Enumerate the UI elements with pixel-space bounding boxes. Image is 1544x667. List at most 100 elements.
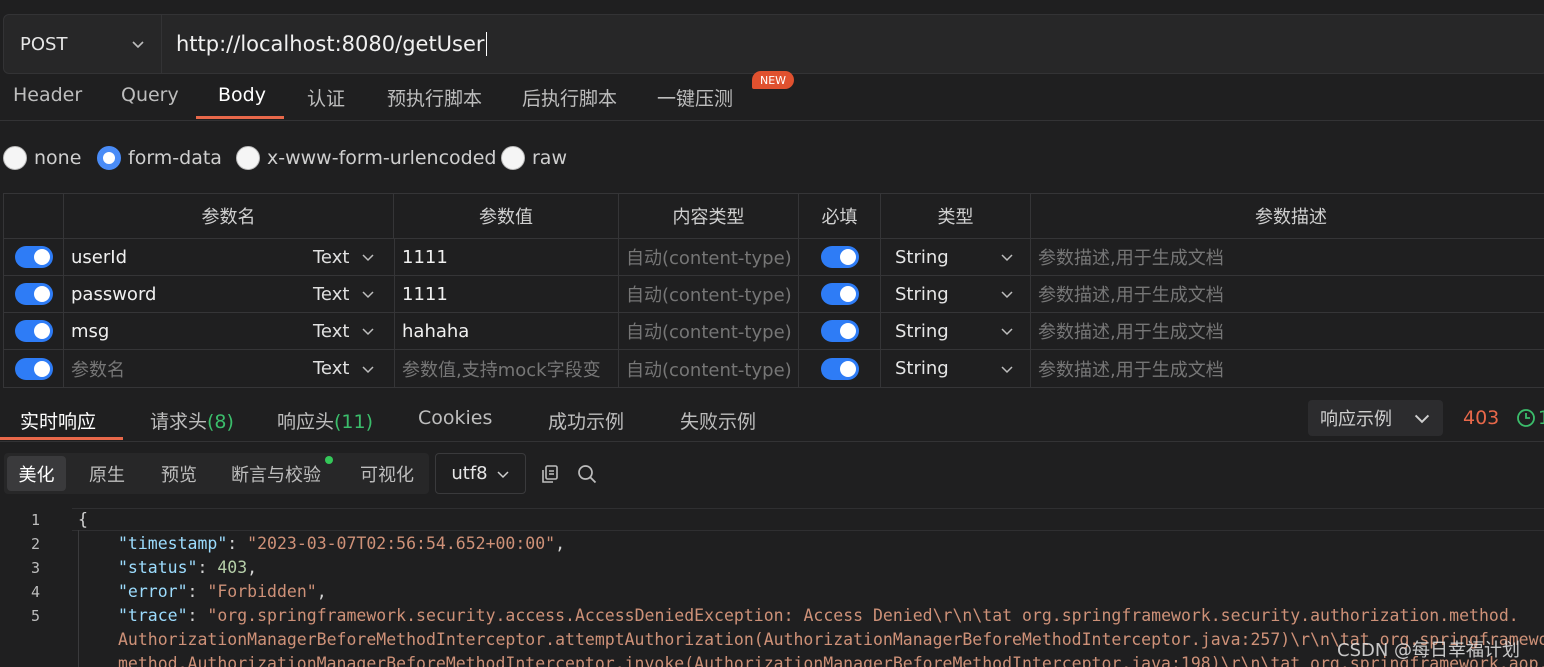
header-description: 参数描述	[1255, 207, 1327, 228]
enable-toggle[interactable]	[14, 320, 53, 342]
radio-raw[interactable]: raw	[501, 146, 567, 170]
param-name: userId	[71, 246, 127, 268]
required-toggle[interactable]	[820, 320, 859, 342]
search-icon[interactable]	[576, 463, 598, 485]
chevron-down-icon	[1001, 365, 1013, 373]
table-row: userId Text 1111 自动(content-type) String…	[4, 239, 1544, 276]
type-select[interactable]: String	[881, 350, 1031, 387]
name-cell[interactable]: password Text	[64, 276, 394, 312]
url-input[interactable]: http://localhost:8080/getUser	[162, 32, 1544, 56]
tab-success-example[interactable]: 成功示例	[548, 407, 624, 434]
table-row: password Text 1111 自动(content-type) Stri…	[4, 276, 1544, 313]
tab-query[interactable]: Query	[121, 84, 179, 106]
enable-cell	[4, 276, 64, 312]
tab-label: 响应头	[277, 411, 335, 433]
json-string: "Forbidden"	[207, 582, 317, 601]
view-assert-button[interactable]: 断言与校验	[226, 453, 326, 494]
encoding-select[interactable]: utf8	[435, 453, 526, 494]
radio-label: raw	[532, 147, 567, 169]
kind-select[interactable]: Text	[313, 358, 349, 379]
radio-icon	[236, 146, 260, 170]
radio-urlencoded[interactable]: x-www-form-urlencoded	[236, 146, 496, 170]
required-toggle[interactable]	[820, 283, 859, 305]
tab-response-headers[interactable]: 响应头(11)	[277, 407, 373, 434]
url-text: http://localhost:8080/getUser	[176, 32, 485, 56]
param-name-placeholder: 参数名	[71, 359, 125, 381]
content-type-input[interactable]: 自动(content-type)	[619, 276, 799, 312]
select-label: 响应示例	[1320, 409, 1392, 430]
method-select[interactable]: POST	[4, 15, 162, 73]
tab-post-script[interactable]: 后执行脚本	[522, 84, 617, 111]
line-number: 2	[30, 535, 40, 553]
param-value-placeholder[interactable]: 参数值,支持mock字段变	[394, 350, 619, 387]
view-visualize-button[interactable]: 可视化	[350, 453, 424, 494]
tab-header[interactable]: Header	[13, 84, 82, 106]
table-header: 参数名 参数值 内容类型 必填 类型 参数描述	[4, 194, 1544, 239]
description-input[interactable]: 参数描述,用于生成文档	[1031, 350, 1544, 387]
name-cell[interactable]: 参数名 Text	[64, 350, 394, 387]
view-pretty-button[interactable]: 美化	[7, 456, 66, 491]
kind-select[interactable]: Text	[313, 321, 349, 342]
tab-request-headers[interactable]: 请求头(8)	[150, 407, 234, 434]
param-value[interactable]: 1111	[394, 276, 619, 312]
chevron-down-icon	[132, 41, 144, 49]
count-badge: (8)	[207, 411, 234, 433]
radio-form-data[interactable]: form-data	[97, 146, 222, 170]
type-select[interactable]: String	[881, 239, 1031, 275]
tab-fail-example[interactable]: 失败示例	[680, 407, 756, 434]
param-name: password	[71, 283, 157, 305]
type-select[interactable]: String	[881, 313, 1031, 349]
tab-load-test[interactable]: 一键压测	[657, 84, 733, 111]
type-label: String	[895, 320, 949, 342]
description-input[interactable]: 参数描述,用于生成文档	[1031, 239, 1544, 275]
response-example-select[interactable]: 响应示例	[1308, 400, 1443, 436]
enable-toggle[interactable]	[14, 357, 53, 380]
response-body-editor[interactable]: 1 2 3 4 5 { "timestamp": "2023-03-07T02:…	[0, 508, 1544, 667]
description-input[interactable]: 参数描述,用于生成文档	[1031, 313, 1544, 349]
tab-cookies[interactable]: Cookies	[418, 407, 492, 429]
name-cell[interactable]: userId Text	[64, 239, 394, 275]
clock-icon	[1517, 409, 1535, 427]
current-line-highlight	[72, 508, 1544, 531]
chevron-down-icon	[362, 328, 374, 336]
content-type-input[interactable]: 自动(content-type)	[619, 313, 799, 349]
enable-toggle[interactable]	[14, 283, 53, 305]
type-label: String	[895, 246, 949, 268]
required-cell	[799, 313, 881, 349]
tab-realtime-response[interactable]: 实时响应	[20, 407, 96, 434]
type-label: String	[895, 283, 949, 305]
tab-body[interactable]: Body	[218, 84, 266, 106]
code-line: {	[78, 510, 88, 529]
kind-select[interactable]: Text	[313, 247, 349, 268]
json-key: "error"	[118, 582, 188, 601]
required-toggle[interactable]	[820, 357, 859, 380]
json-key: "timestamp"	[118, 534, 228, 553]
radio-none[interactable]: none	[3, 146, 81, 170]
required-cell	[799, 239, 881, 275]
line-number: 5	[30, 607, 40, 625]
required-toggle[interactable]	[820, 246, 859, 268]
response-time: 1	[1538, 407, 1544, 429]
name-cell[interactable]: msg Text	[64, 313, 394, 349]
line-number: 1	[30, 511, 40, 529]
indent-guide	[78, 530, 79, 667]
param-value[interactable]: 1111	[394, 239, 619, 275]
description-input[interactable]: 参数描述,用于生成文档	[1031, 276, 1544, 312]
tab-pre-script[interactable]: 预执行脚本	[387, 84, 482, 111]
code-wrap-line: method.AuthorizationManagerBeforeMethodI…	[118, 654, 1544, 667]
content-type-input[interactable]: 自动(content-type)	[619, 239, 799, 275]
copy-icon[interactable]	[539, 463, 561, 485]
chevron-down-icon	[362, 254, 374, 262]
content-type-input[interactable]: 自动(content-type)	[619, 350, 799, 387]
tab-auth[interactable]: 认证	[307, 84, 345, 111]
type-label: String	[895, 358, 949, 379]
radio-icon	[501, 146, 525, 170]
enable-toggle[interactable]	[14, 246, 53, 268]
kind-select[interactable]: Text	[313, 284, 349, 305]
code-line: "error": "Forbidden",	[118, 582, 327, 601]
view-raw-button[interactable]: 原生	[76, 453, 138, 494]
view-preview-button[interactable]: 预览	[148, 453, 210, 494]
param-value[interactable]: hahaha	[394, 313, 619, 349]
type-select[interactable]: String	[881, 276, 1031, 312]
json-key: "trace"	[118, 606, 188, 625]
